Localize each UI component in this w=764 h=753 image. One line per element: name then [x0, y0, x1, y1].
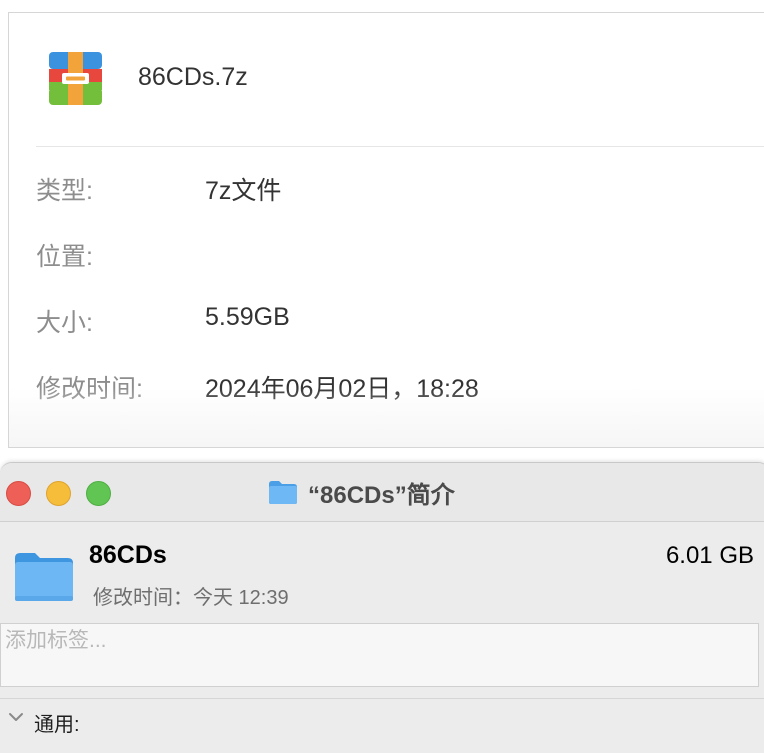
close-button[interactable] [6, 481, 31, 506]
get-info-window: “86CDs”简介 86CDs 6.01 GB 修改时间：今天 12:39 通用… [0, 462, 764, 753]
type-value: 7z文件 [205, 177, 282, 205]
file-info-panel: 86CDs.7z 类型: 7z文件 位置: 大小: 5.59GB 修改时间: 2… [8, 12, 764, 448]
item-modified: 修改时间：今天 12:39 [93, 587, 289, 609]
titlebar[interactable]: “86CDs”简介 [0, 463, 764, 522]
zoom-button[interactable] [86, 481, 111, 506]
folder-icon [269, 481, 297, 504]
file-name: 86CDs.7z [138, 63, 248, 91]
size-label: 大小: [36, 309, 93, 337]
location-label: 位置: [36, 243, 93, 271]
size-value: 5.59GB [205, 303, 290, 331]
general-section-header[interactable]: 通用: [0, 698, 764, 739]
panel-fade [9, 387, 764, 447]
tags-input[interactable] [0, 623, 759, 687]
item-size: 6.01 GB [665, 542, 754, 569]
window-title-group: “86CDs”简介 [268, 477, 455, 509]
7z-archive-icon [49, 52, 102, 105]
divider [36, 146, 764, 147]
chevron-down-icon[interactable] [8, 711, 24, 723]
item-summary: 86CDs 6.01 GB 修改时间：今天 12:39 [0, 522, 764, 622]
minimize-button[interactable] [46, 481, 71, 506]
type-label: 类型: [36, 177, 93, 205]
folder-icon [15, 553, 73, 601]
general-section-label: 通用: [34, 714, 80, 736]
window-title: “86CDs”简介 [308, 481, 455, 509]
item-name: 86CDs [89, 541, 167, 569]
